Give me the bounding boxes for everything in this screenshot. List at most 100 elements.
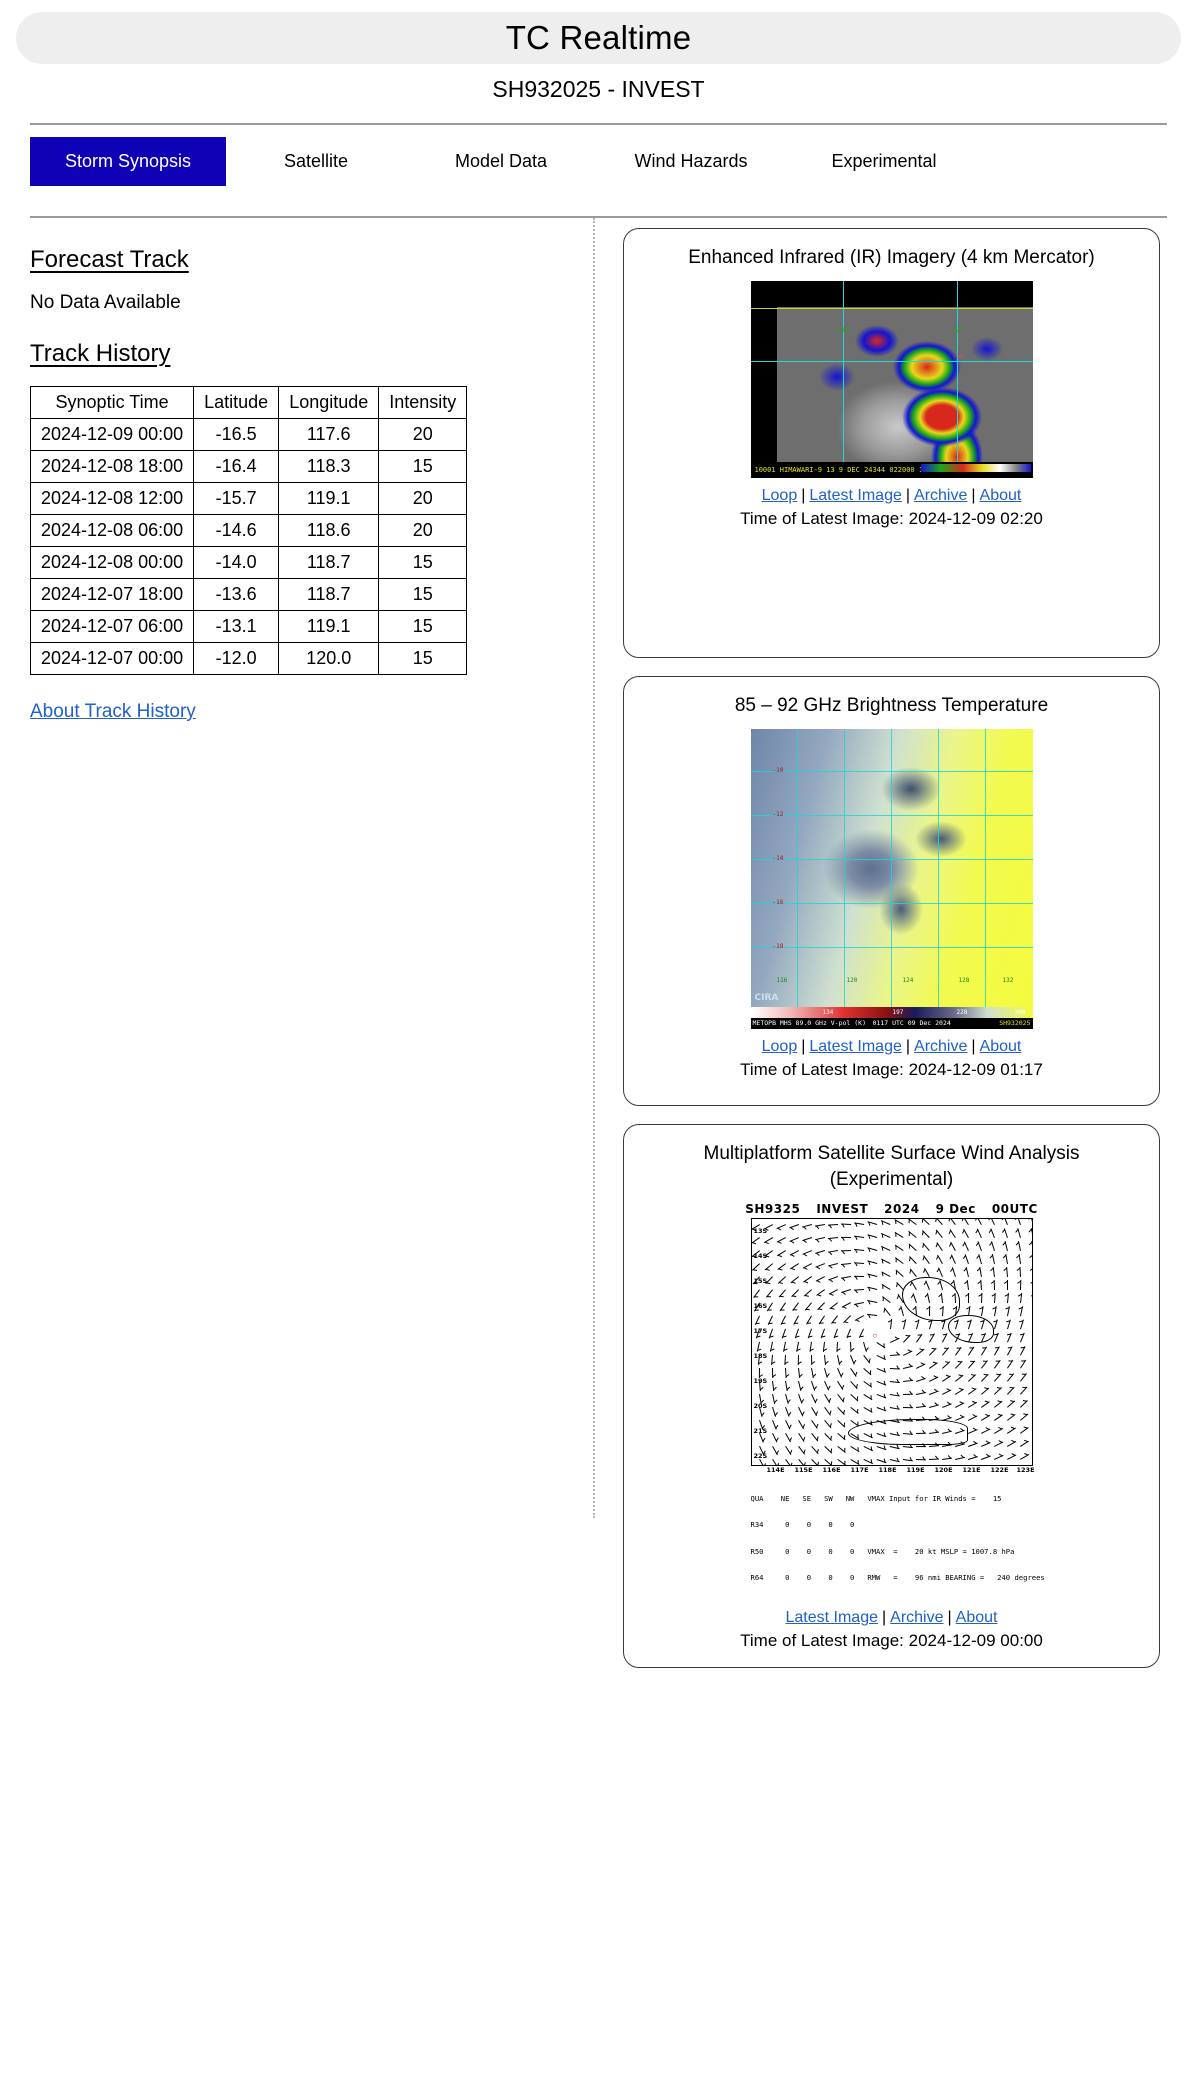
storm-id-subtitle: SH932025 - INVEST [492, 76, 705, 102]
link-separator: | [801, 1037, 806, 1055]
link-separator: | [905, 1037, 911, 1055]
mw-lon-tick: 124 [902, 976, 914, 984]
wind-x-tick: 114E [766, 1466, 785, 1475]
cell-intensity: 15 [378, 450, 468, 483]
wind-x-axis: 114E 115E 116E 117E 118E 119E 120E 121E … [751, 1466, 1035, 1476]
wind-x-tick: 118E [878, 1466, 897, 1475]
mw-lon-tick: 128 [958, 976, 970, 984]
link-separator: | [971, 486, 976, 504]
mw-cbar-tick: 98 [752, 1008, 760, 1016]
ir-latest-image-time: Time of Latest Image: 2024-12-09 02:20 [740, 508, 1043, 528]
panel-microwave-brightness: 85 – 92 GHz Brightness Temperature -10 -… [623, 676, 1160, 1106]
ir-loop-link[interactable]: Loop [762, 487, 798, 504]
cell-lat: -13.6 [193, 578, 280, 611]
mw-archive-link[interactable]: Archive [914, 1038, 967, 1055]
cell-time: 2024-12-08 06:00 [29, 514, 195, 547]
cell-time: 2024-12-09 00:00 [29, 418, 195, 451]
cell-time: 2024-12-08 18:00 [29, 450, 195, 483]
col-latitude: Latitude [193, 386, 280, 419]
wind-table-row-r50: R50 0 0 0 0 VMAX = 20 kt MSLP = 1007.8 h… [750, 1546, 1015, 1556]
panel-title-wind: Multiplatform Satellite Surface Wind Ana… [703, 1143, 1080, 1190]
link-separator: | [971, 1037, 976, 1055]
cell-time: 2024-12-08 12:00 [29, 482, 195, 515]
cell-intensity: 15 [378, 578, 468, 611]
cell-time: 2024-12-07 00:00 [29, 642, 195, 675]
cira-logo: CIRA [754, 992, 779, 1003]
link-separator: | [801, 486, 806, 504]
wind-archive-link[interactable]: Archive [890, 1609, 943, 1626]
wind-x-tick: 119E [906, 1466, 925, 1475]
cell-lat: -14.6 [193, 514, 280, 547]
cell-lat: -16.4 [193, 450, 280, 483]
track-history-heading: Track History [30, 340, 171, 367]
cell-lon: 117.6 [278, 418, 380, 451]
wind-x-tick: 117E [850, 1466, 869, 1475]
microwave-image-wrap: -10 -12 -14 -16 -18 116 120 124 128 132 … [634, 728, 1149, 1029]
wind-x-tick: 123E [1016, 1466, 1035, 1475]
wind-header-date: 9 Dec [935, 1202, 976, 1217]
col-synoptic-time: Synoptic Time [29, 386, 195, 419]
ir-gridline-horizontal [750, 360, 1033, 362]
tab-model-data[interactable]: Model Data [406, 137, 596, 186]
page-title: TC Realtime [505, 19, 692, 56]
wind-y-tick: 17S [753, 1327, 768, 1336]
mw-cbar-tick: 134 [822, 1008, 834, 1016]
enhanced-ir-satellite-image[interactable]: -110 -120 -10 10001 HIMAWARI-9 13 9 DEC … [750, 280, 1033, 478]
wind-x-tick: 122E [990, 1466, 1009, 1475]
table-row: 2024-12-08 06:00 -14.6 118.6 20 [29, 514, 468, 547]
cell-lon: 120.0 [278, 642, 380, 675]
mw-lon-tick: 132 [1002, 976, 1014, 984]
microwave-links-row: Loop | Latest Image | Archive | About [634, 1038, 1149, 1056]
header-divider [30, 123, 1167, 125]
cell-intensity: 20 [378, 482, 468, 515]
col-intensity: Intensity [378, 386, 468, 419]
ir-color-swatch [920, 463, 1031, 472]
mw-footer-center: 0117 UTC 09 Dec 2024 [872, 1018, 951, 1027]
table-row: 2024-12-07 06:00 -13.1 119.1 15 [29, 610, 468, 643]
mw-about-link[interactable]: About [980, 1038, 1022, 1055]
tab-storm-synopsis[interactable]: Storm Synopsis [30, 137, 226, 186]
link-separator: | [905, 486, 911, 504]
mw-loop-link[interactable]: Loop [762, 1038, 798, 1055]
app-title-bar: TC Realtime [16, 12, 1181, 64]
about-track-history-link[interactable]: About Track History [30, 701, 196, 723]
tab-experimental[interactable]: Experimental [786, 137, 982, 186]
surface-wind-analysis-plot[interactable]: 13S 14S 15S 16S 17S 18S 19S 20S 21S 22S … [750, 1218, 1033, 1467]
tab-satellite[interactable]: Satellite [226, 137, 406, 186]
mw-lat-tick: -10 [772, 766, 784, 774]
table-header-row: Synoptic Time Latitude Longitude Intensi… [29, 386, 468, 419]
cell-lon: 118.6 [278, 514, 380, 547]
ir-image-caption: 10001 HIMAWARI-9 13 9 DEC 24344 022000 1… [750, 461, 1033, 478]
wind-links-row: Latest Image | Archive | About [634, 1609, 1149, 1627]
col-longitude: Longitude [278, 386, 380, 419]
ir-about-link[interactable]: About [980, 487, 1022, 504]
microwave-brightness-image[interactable]: -10 -12 -14 -16 -18 116 120 124 128 132 … [750, 728, 1033, 1029]
coastline-shape [847, 1419, 968, 1446]
mw-cbar-tick: 300 [1014, 1008, 1026, 1016]
cell-time: 2024-12-07 06:00 [29, 610, 195, 643]
tab-wind-hazards[interactable]: Wind Hazards [596, 137, 786, 186]
mw-footer-bar: METOPB MHS 89.0 GHz V-pol (K) 0117 UTC 0… [750, 1017, 1033, 1029]
wind-latest-image-time: Time of Latest Image: 2024-12-09 00:00 [740, 1631, 1043, 1651]
wind-table-row-r34: R34 0 0 0 0 [750, 1520, 855, 1530]
mw-footer-left: METOPB MHS 89.0 GHz V-pol (K) [752, 1018, 867, 1027]
ir-gridline-vertical [842, 280, 844, 462]
mw-lat-tick: -16 [772, 898, 784, 906]
mw-latest-image-link[interactable]: Latest Image [809, 1038, 902, 1055]
cell-lon: 119.1 [278, 482, 380, 515]
table-row: 2024-12-07 18:00 -13.6 118.7 15 [29, 578, 468, 611]
ir-grid-label: -120 [948, 326, 963, 334]
ir-links-row: Loop | Latest Image | Archive | About [634, 487, 1149, 505]
mw-gridline-horizontal [750, 814, 1033, 816]
wind-y-tick: 19S [753, 1377, 768, 1386]
ir-archive-link[interactable]: Archive [914, 487, 967, 504]
ir-coastline [750, 281, 1033, 309]
mw-gridline-horizontal [750, 770, 1033, 772]
ir-latest-image-link[interactable]: Latest Image [809, 487, 902, 504]
panel-enhanced-ir: Enhanced Infrared (IR) Imagery (4 km Mer… [623, 228, 1160, 658]
wind-latest-image-link[interactable]: Latest Image [786, 1609, 879, 1626]
wind-about-link[interactable]: About [956, 1609, 998, 1626]
mw-gridline-horizontal [750, 902, 1033, 904]
track-history-table: Synoptic Time Latitude Longitude Intensi… [29, 386, 468, 675]
mw-lon-tick: 120 [846, 976, 858, 984]
